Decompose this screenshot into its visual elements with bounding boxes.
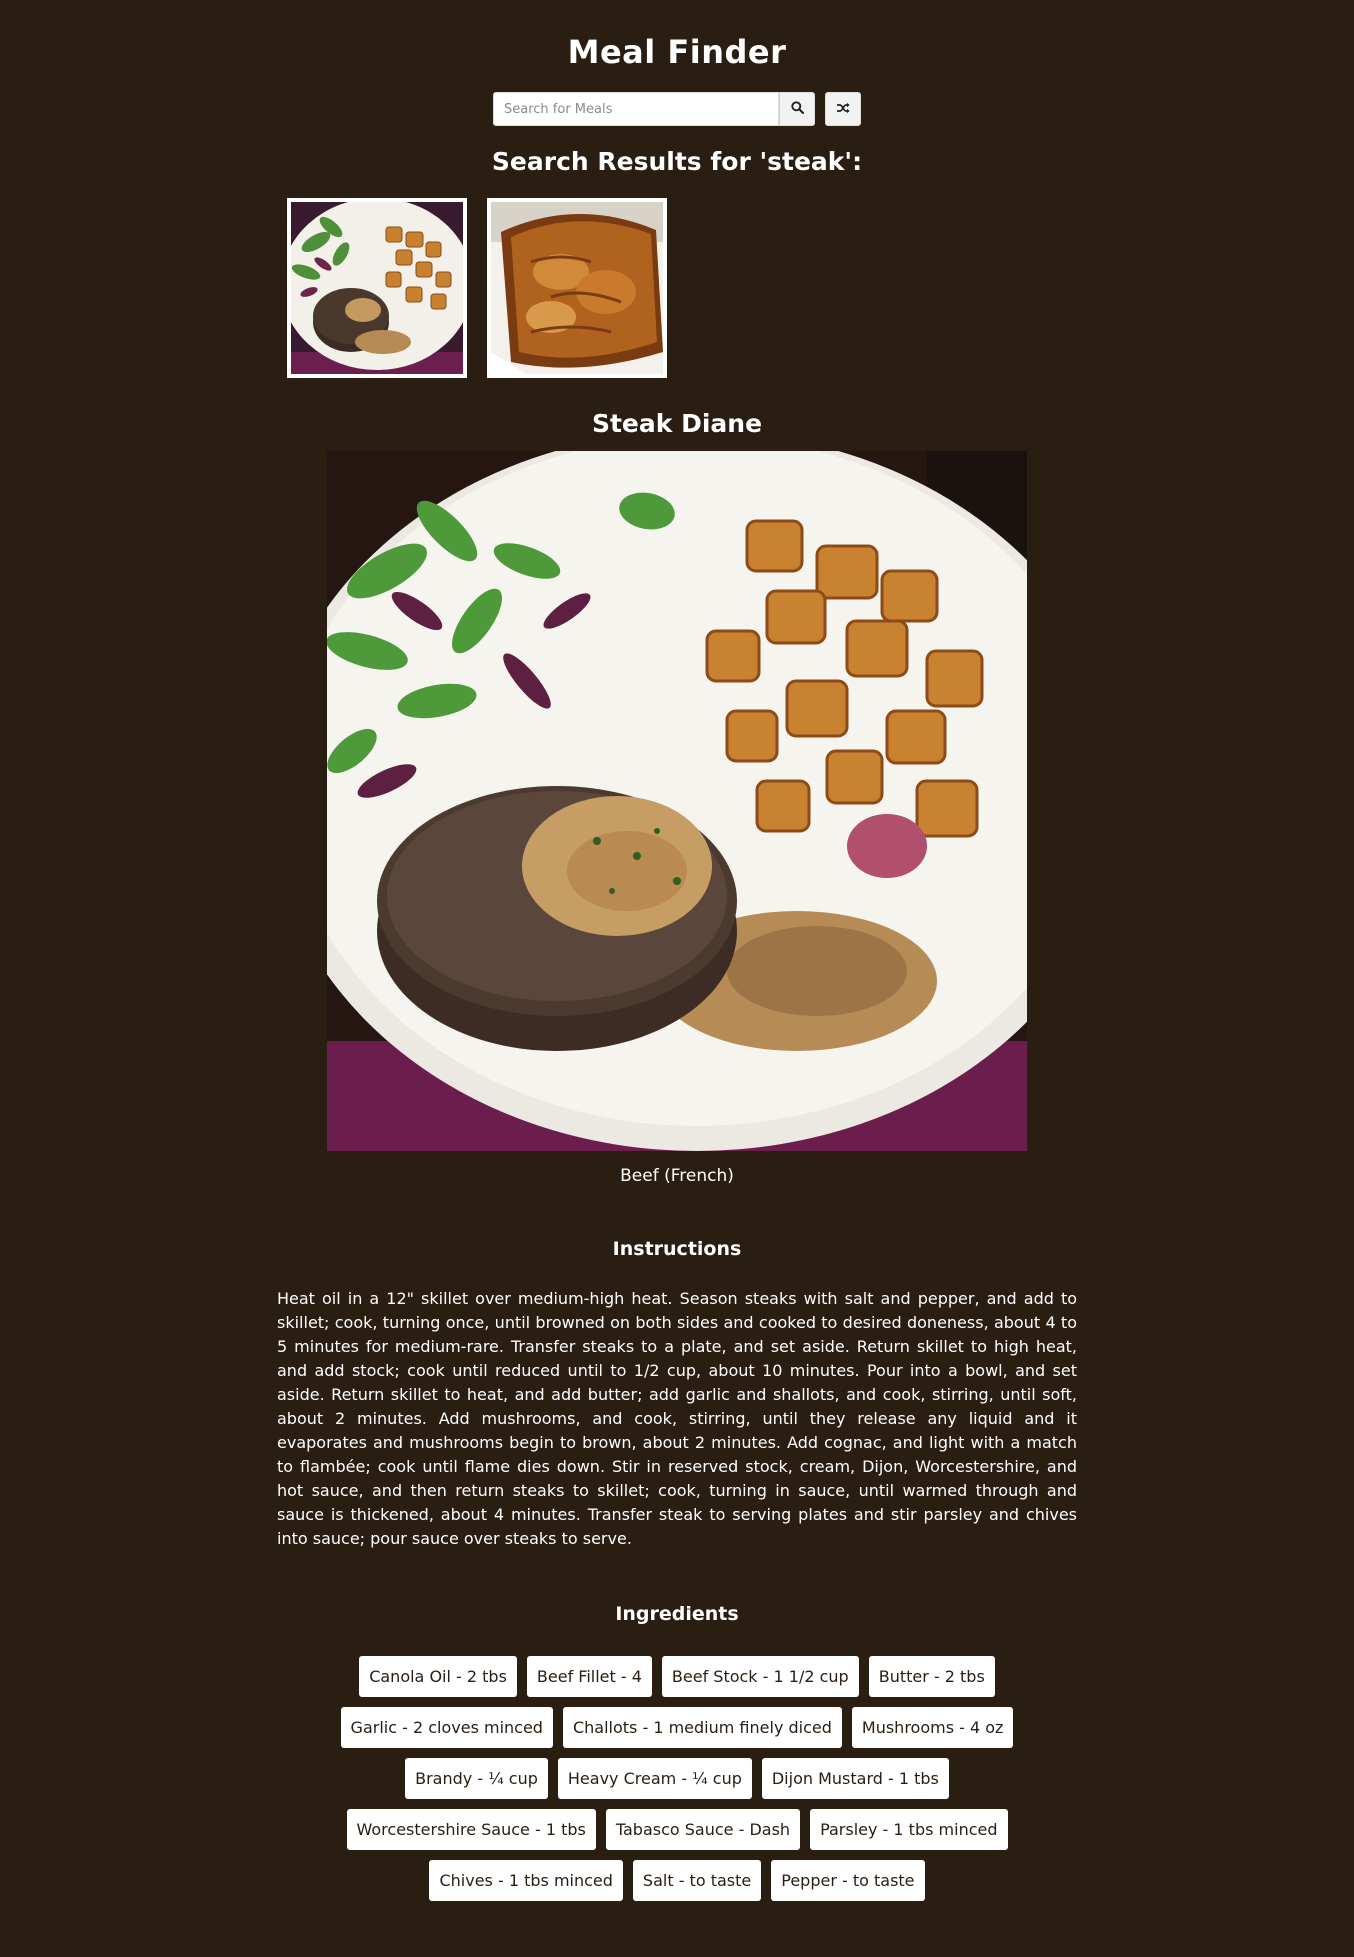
app-title: Meal Finder bbox=[567, 33, 787, 71]
search-results-heading: Search Results for 'steak': bbox=[491, 147, 863, 176]
ingredient-row: Chives - 1 tbs minced Salt - to taste Pe… bbox=[429, 1860, 925, 1901]
ingredient-chip: Chives - 1 tbs minced bbox=[429, 1860, 623, 1901]
search-icon bbox=[790, 101, 804, 117]
steak-pie-thumbnail bbox=[491, 202, 663, 374]
ingredient-chip: Garlic - 2 cloves minced bbox=[340, 1707, 553, 1748]
ingredient-chip: Beef Fillet - 4 bbox=[526, 1656, 652, 1697]
ingredient-row: Worcestershire Sauce - 1 tbs Tabasco Sau… bbox=[346, 1809, 1008, 1850]
ingredient-row: Brandy - ¼ cup Heavy Cream - ¼ cup Dijon… bbox=[405, 1758, 949, 1799]
meal-result-steak-pie[interactable] bbox=[487, 198, 667, 378]
meal-name: Steak Diane bbox=[591, 409, 763, 438]
ingredient-chip: Mushrooms - 4 oz bbox=[851, 1707, 1014, 1748]
ingredient-chip: Beef Stock - 1 1/2 cup bbox=[661, 1656, 859, 1697]
search-form bbox=[493, 92, 815, 126]
meal-photo bbox=[327, 451, 1027, 1151]
ingredient-chip: Worcestershire Sauce - 1 tbs bbox=[346, 1809, 596, 1850]
ingredients-title: Ingredients bbox=[615, 1603, 739, 1625]
instructions-text: Heat oil in a 12" skillet over medium-hi… bbox=[277, 1289, 1077, 1548]
steak-diane-thumbnail bbox=[291, 202, 463, 374]
ingredients-list: Canola Oil - 2 tbs Beef Fillet - 4 Beef … bbox=[0, 1656, 1354, 1901]
ingredient-chip: Pepper - to taste bbox=[771, 1860, 925, 1901]
search-button[interactable] bbox=[779, 92, 815, 126]
ingredient-chip: Parsley - 1 tbs minced bbox=[810, 1809, 1008, 1850]
ingredient-row: Canola Oil - 2 tbs Beef Fillet - 4 Beef … bbox=[359, 1656, 995, 1697]
ingredient-chip: Heavy Cream - ¼ cup bbox=[557, 1758, 752, 1799]
ingredient-chip: Brandy - ¼ cup bbox=[405, 1758, 548, 1799]
ingredient-chip: Butter - 2 tbs bbox=[868, 1656, 995, 1697]
meal-finder-app: Meal Finder Search for Meals Search Resu… bbox=[0, 0, 1354, 1901]
meal-category-area: Beef (French) bbox=[620, 1166, 734, 1186]
search-input[interactable] bbox=[493, 92, 779, 126]
meal-result-steak-diane[interactable] bbox=[287, 198, 467, 378]
ingredient-chip: Dijon Mustard - 1 tbs bbox=[761, 1758, 949, 1799]
search-results-list bbox=[0, 198, 1354, 378]
ingredient-chip: Tabasco Sauce - Dash bbox=[605, 1809, 801, 1850]
shuffle-icon bbox=[836, 102, 850, 117]
ingredient-chip: Salt - to taste bbox=[632, 1860, 762, 1901]
random-meal-button[interactable] bbox=[825, 92, 861, 126]
ingredient-chip: Canola Oil - 2 tbs bbox=[359, 1656, 517, 1697]
ingredient-chip: Challots - 1 medium finely diced bbox=[562, 1707, 842, 1748]
instructions-title: Instructions bbox=[612, 1238, 742, 1260]
ingredient-row: Garlic - 2 cloves minced Challots - 1 me… bbox=[340, 1707, 1014, 1748]
search-bar bbox=[0, 92, 1354, 126]
